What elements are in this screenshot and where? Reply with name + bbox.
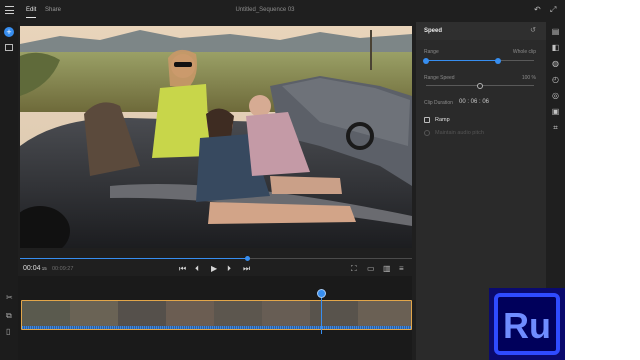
add-media-button[interactable]: + xyxy=(4,27,14,37)
ramp-label: Ramp xyxy=(435,117,450,123)
progress-fill xyxy=(20,258,248,259)
playback-progress-bar[interactable] xyxy=(20,256,412,261)
range-slider[interactable] xyxy=(423,58,534,64)
step-forward-icon[interactable]: ⏵ xyxy=(227,264,231,273)
speed-icon[interactable]: ◴ xyxy=(551,75,560,84)
logo-text: Ru xyxy=(503,305,551,346)
delete-icon[interactable]: ▯ xyxy=(6,328,10,336)
transitions-icon[interactable]: ◧ xyxy=(551,43,560,52)
audio-meter-icon[interactable]: ▥ xyxy=(383,264,391,273)
audio-icon[interactable]: ◎ xyxy=(551,91,560,100)
timeline[interactable] xyxy=(18,276,412,360)
current-timecode: 00:04 15 xyxy=(23,265,47,272)
titles-icon[interactable]: ▤ xyxy=(551,27,560,36)
project-assets-icon[interactable] xyxy=(5,44,13,51)
clip-thumbnail xyxy=(214,301,262,328)
sequence-title: Untitled_Sequence 03 xyxy=(235,7,295,13)
fullscreen-icon[interactable]: ⤢ xyxy=(550,6,556,14)
fit-frame-icon[interactable]: ⛶ xyxy=(351,264,357,273)
top-bar: Edit Share Untitled_Sequence 03 ↶ ⤢ xyxy=(0,0,565,22)
range-label: Range xyxy=(424,49,439,55)
maintain-pitch-checkbox[interactable] xyxy=(424,130,430,136)
step-back-icon[interactable]: ⏴ xyxy=(195,264,199,273)
range-speed-slider[interactable] xyxy=(426,83,534,89)
transform-icon[interactable]: ▣ xyxy=(551,107,560,116)
clip-duration-label: Clip Duration xyxy=(424,100,453,106)
video-preview[interactable] xyxy=(20,26,412,248)
clip-thumbnail xyxy=(166,301,214,328)
undo-icon[interactable]: ↶ xyxy=(534,6,541,14)
ramp-checkbox[interactable] xyxy=(424,117,430,123)
range-speed-handle[interactable] xyxy=(477,83,483,89)
premiere-rush-logo: Ru xyxy=(489,288,565,360)
range-slider-fill xyxy=(426,60,499,61)
speed-panel-header: Speed ↺ xyxy=(416,22,546,40)
reset-icon[interactable]: ↺ xyxy=(530,26,536,34)
video-frame-image xyxy=(20,26,412,248)
crop-icon[interactable]: ⌗ xyxy=(551,123,560,132)
clip-thumbnail xyxy=(358,301,411,328)
maintain-pitch-label: Maintain audio pitch xyxy=(435,130,484,136)
premiere-rush-window: Edit Share Untitled_Sequence 03 ↶ ⤢ + 00… xyxy=(0,0,565,360)
range-end-handle[interactable] xyxy=(495,58,502,64)
audio-waveform xyxy=(22,326,411,329)
clip-thumbnail xyxy=(310,301,358,328)
color-icon[interactable]: ◍ xyxy=(551,59,560,68)
timeline-playhead[interactable] xyxy=(317,289,326,298)
speed-panel-title: Speed xyxy=(424,28,443,34)
time-ruler xyxy=(18,276,412,290)
more-options-icon[interactable]: ≡ xyxy=(399,264,404,273)
aspect-ratio-icon[interactable]: ▭ xyxy=(367,264,375,273)
clip-thumbnail xyxy=(70,301,118,328)
video-clip[interactable] xyxy=(21,300,412,330)
total-duration: 00:09:27 xyxy=(52,266,74,272)
clip-duration-value[interactable]: 00 : 06 : 06 xyxy=(459,99,489,105)
range-speed-label: Range Speed xyxy=(424,75,455,81)
clip-thumbnail xyxy=(22,301,70,328)
left-toolbar: + xyxy=(0,22,18,360)
range-speed-value: 100 % xyxy=(521,75,536,81)
scissors-icon[interactable]: ✂ xyxy=(6,294,13,302)
duplicate-icon[interactable]: ⧉ xyxy=(6,312,12,320)
range-start-handle[interactable] xyxy=(423,58,429,64)
skip-to-end-icon[interactable]: ⏭ xyxy=(243,264,250,273)
logo-frame: Ru xyxy=(494,293,560,355)
skip-to-start-icon[interactable]: ⏮ xyxy=(179,264,186,273)
play-icon[interactable]: ▶ xyxy=(211,264,217,273)
progress-knob[interactable] xyxy=(245,256,251,261)
clip-thumbnail xyxy=(262,301,310,328)
range-value: Whole clip xyxy=(512,49,536,55)
clip-thumbnail xyxy=(118,301,166,328)
